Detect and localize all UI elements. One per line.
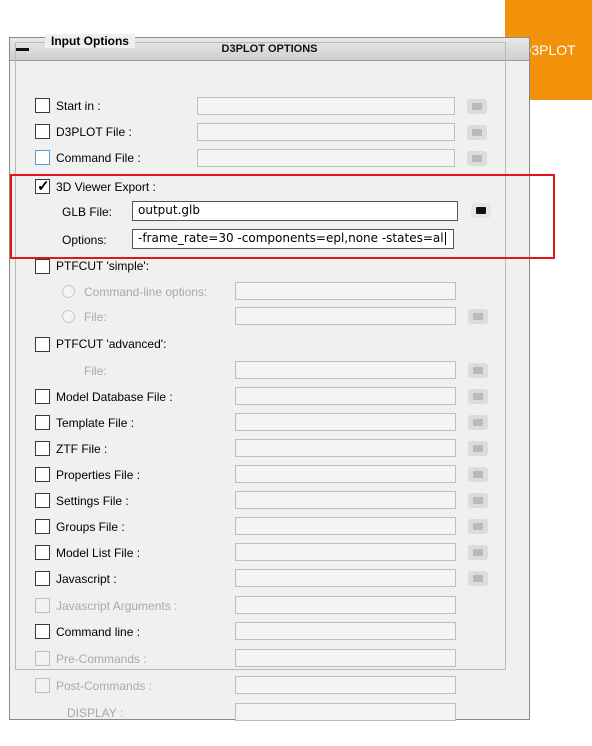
folder-icon (468, 571, 488, 586)
javascript-label: Javascript : (56, 572, 117, 586)
command-file-checkbox[interactable] (35, 150, 50, 165)
js-args-field (235, 596, 456, 614)
folder-icon (467, 99, 487, 114)
advanced-file-label: File: (84, 364, 107, 378)
model-list-label: Model List File : (56, 546, 141, 560)
pre-commands-label: Pre-Commands : (56, 652, 147, 666)
folder-icon (468, 441, 488, 456)
highlight-box (10, 174, 555, 259)
simple-file-field (235, 307, 456, 325)
folder-icon (468, 309, 488, 324)
ptfcut-advanced-label: PTFCUT 'advanced': (56, 337, 167, 351)
folder-icon (468, 389, 488, 404)
simple-file-radio[interactable] (62, 310, 75, 323)
display-label: DISPLAY : (67, 706, 124, 720)
command-file-field (197, 149, 455, 167)
command-line-checkbox[interactable] (35, 624, 50, 639)
folder-icon (468, 493, 488, 508)
cmdline-options-radio[interactable] (62, 285, 75, 298)
js-args-checkbox (35, 598, 50, 613)
ptfcut-simple-checkbox[interactable] (35, 259, 50, 274)
input-options-label: Input Options (45, 34, 135, 48)
settings-checkbox[interactable] (35, 493, 50, 508)
post-commands-checkbox (35, 678, 50, 693)
start-in-label: Start in : (56, 99, 101, 113)
pre-commands-checkbox (35, 651, 50, 666)
pre-commands-field (235, 649, 456, 667)
js-args-label: Javascript Arguments : (56, 599, 178, 613)
groups-field (235, 517, 456, 535)
command-line-label: Command line : (56, 625, 141, 639)
d3plot-file-field (197, 123, 455, 141)
folder-icon (468, 363, 488, 378)
folder-icon (467, 125, 487, 140)
ztf-checkbox[interactable] (35, 441, 50, 456)
folder-icon (468, 545, 488, 560)
javascript-field (235, 569, 456, 587)
properties-checkbox[interactable] (35, 467, 50, 482)
ptfcut-advanced-checkbox[interactable] (35, 337, 50, 352)
groups-checkbox[interactable] (35, 519, 50, 534)
model-list-field (235, 543, 456, 561)
post-commands-label: Post-Commands : (56, 679, 153, 693)
folder-icon (468, 519, 488, 534)
simple-file-label: File: (84, 310, 107, 324)
template-label: Template File : (56, 416, 135, 430)
folder-icon (467, 151, 487, 166)
model-db-checkbox[interactable] (35, 389, 50, 404)
start-in-field (197, 97, 455, 115)
command-line-field (235, 622, 456, 640)
post-commands-field (235, 676, 456, 694)
start-in-checkbox[interactable] (35, 98, 50, 113)
settings-field (235, 491, 456, 509)
advanced-file-field (235, 361, 456, 379)
folder-icon (468, 415, 488, 430)
model-db-label: Model Database File : (56, 390, 173, 404)
ztf-field (235, 439, 456, 457)
javascript-checkbox[interactable] (35, 571, 50, 586)
template-field (235, 413, 456, 431)
d3plot-file-checkbox[interactable] (35, 124, 50, 139)
d3plot-file-label: D3PLOT File : (56, 125, 132, 139)
groups-label: Groups File : (56, 520, 125, 534)
template-checkbox[interactable] (35, 415, 50, 430)
ptfcut-simple-label: PTFCUT 'simple': (56, 259, 150, 273)
model-db-field (235, 387, 456, 405)
ztf-label: ZTF File : (56, 442, 108, 456)
display-field (235, 703, 456, 721)
settings-label: Settings File : (56, 494, 129, 508)
cmdline-options-label: Command-line options: (84, 285, 208, 299)
properties-label: Properties File : (56, 468, 141, 482)
cmdline-options-field (235, 282, 456, 300)
folder-icon (468, 467, 488, 482)
command-file-label: Command File : (56, 151, 141, 165)
model-list-checkbox[interactable] (35, 545, 50, 560)
properties-field (235, 465, 456, 483)
